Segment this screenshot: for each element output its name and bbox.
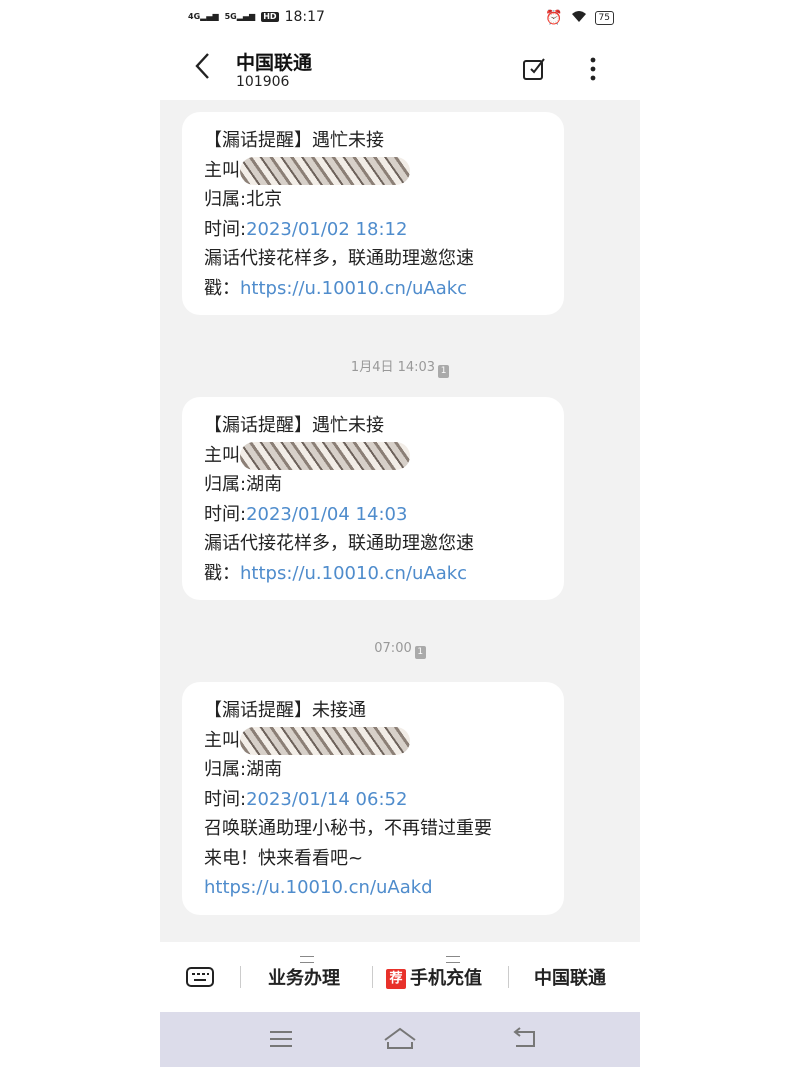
menu-item-business[interactable]: 业务办理 (268, 964, 340, 990)
time-value-link[interactable]: 2023/01/14 06:52 (246, 789, 407, 810)
time-line: 时间:2023/01/04 14:03 (204, 500, 544, 530)
url-link[interactable]: https://u.10010.cn/uAakc (240, 563, 467, 584)
contact-name: 中国联通 (236, 52, 313, 74)
bottom-menu-bar: 业务办理 荐手机充值 中国联通 (160, 942, 640, 1012)
phone-screen: 4G▂▄▆ 5G▂▄▆ HD 18:17 ⏰ 75 中国联通 101906 【漏… (160, 0, 640, 1067)
caller-line: 主叫 (204, 156, 544, 186)
time-label: 时间: (204, 503, 247, 525)
timestamp-text: 07:00 (374, 641, 412, 656)
body-prefix: 戳： (204, 277, 240, 299)
menu-divider (508, 966, 509, 988)
new-message-icon[interactable] (522, 56, 546, 80)
time-value-link[interactable]: 2023/01/02 18:12 (246, 219, 407, 240)
submenu-indicator (446, 956, 460, 963)
caller-line: 主叫 (204, 726, 544, 756)
menu-item-recharge[interactable]: 荐手机充值 (386, 964, 482, 990)
alarm-icon: ⏰ (545, 10, 563, 26)
battery-icon: 75 (594, 11, 614, 25)
nav-back-icon[interactable] (510, 1026, 540, 1052)
link-line: 戳：https://u.10010.cn/uAakc (204, 559, 544, 589)
message-heading: 【漏话提醒】未接通 (204, 700, 366, 721)
body-line: 来电！快来看看吧~ (204, 847, 364, 869)
location-line: 归属:湖南 (204, 474, 283, 495)
system-nav-bar (160, 1012, 640, 1067)
message-heading: 【漏话提醒】遇忙未接 (204, 415, 384, 436)
url-link[interactable]: https://u.10010.cn/uAakd (204, 877, 433, 898)
menu-divider (372, 966, 373, 988)
conversation-header: 中国联通 101906 (160, 36, 640, 100)
redacted-number (240, 156, 410, 185)
body-line: 漏话代接花样多，联通助理邀您速 (204, 248, 474, 269)
more-icon[interactable] (588, 56, 612, 81)
sim-icon: 1 (414, 646, 426, 659)
signal-4g-icon: 4G▂▄▆ (188, 12, 219, 21)
back-icon[interactable] (194, 52, 210, 86)
redacted-number (240, 441, 410, 470)
caller-line: 主叫 (204, 441, 544, 471)
menu-divider (240, 966, 241, 988)
submenu-indicator (300, 956, 314, 963)
status-bar: 4G▂▄▆ 5G▂▄▆ HD 18:17 ⏰ 75 (160, 0, 640, 36)
message-bubble[interactable]: 【漏话提醒】未接通 主叫 归属:湖南 时间:2023/01/14 06:52 召… (182, 682, 564, 915)
nav-menu-icon[interactable] (266, 1026, 296, 1052)
link-line: 戳：https://u.10010.cn/uAakc (204, 274, 544, 304)
hd-icon: HD (261, 12, 279, 22)
redacted-number (240, 726, 410, 755)
caller-label: 主叫 (204, 729, 240, 751)
signal-5g-icon: 5G▂▄▆ (224, 12, 256, 21)
caller-label: 主叫 (204, 159, 240, 181)
menu-item-unicom[interactable]: 中国联通 (534, 964, 606, 990)
link-line: https://u.10010.cn/uAakd (204, 873, 544, 903)
location-line: 归属:北京 (204, 189, 283, 210)
timestamp: 1月4日 14:03 1 (160, 356, 640, 378)
timestamp-text: 1月4日 14:03 (350, 360, 436, 375)
sim-icon: 1 (438, 365, 450, 378)
time-label: 时间: (204, 218, 247, 240)
body-line: 召唤联通助理小秘书，不再错过重要 (204, 818, 492, 839)
time-value-link[interactable]: 2023/01/04 14:03 (246, 504, 407, 525)
body-prefix: 戳： (204, 562, 240, 584)
signal1-label: 4G (188, 12, 201, 21)
time-line: 时间:2023/01/14 06:52 (204, 785, 544, 815)
time-line: 时间:2023/01/02 18:12 (204, 215, 544, 245)
url-link[interactable]: https://u.10010.cn/uAakc (240, 278, 467, 299)
recommend-badge: 荐 (386, 969, 406, 989)
body-line: 漏话代接花样多，联通助理邀您速 (204, 533, 474, 554)
message-heading: 【漏话提醒】遇忙未接 (204, 130, 384, 151)
caller-label: 主叫 (204, 444, 240, 466)
menu-item-recharge-label: 手机充值 (410, 968, 482, 989)
keyboard-icon[interactable] (186, 966, 214, 992)
clock: 18:17 (284, 9, 325, 25)
wifi-icon (571, 9, 587, 27)
location-line: 归属:湖南 (204, 759, 283, 780)
nav-home-icon[interactable] (382, 1026, 418, 1052)
message-bubble[interactable]: 【漏话提醒】遇忙未接 主叫 归属:湖南 时间:2023/01/04 14:03 … (182, 397, 564, 600)
timestamp: 07:00 1 (160, 641, 640, 659)
message-bubble[interactable]: 【漏话提醒】遇忙未接 主叫 归属:北京 时间:2023/01/02 18:12 … (182, 112, 564, 315)
time-label: 时间: (204, 788, 247, 810)
signal2-label: 5G (224, 12, 237, 21)
contact-number: 101906 (236, 74, 290, 90)
